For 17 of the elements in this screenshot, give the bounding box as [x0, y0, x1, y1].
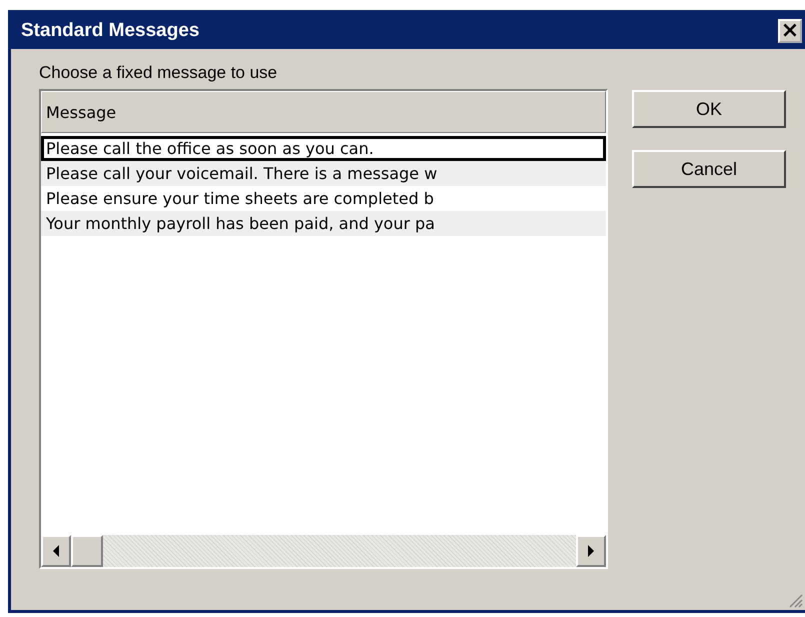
message-row[interactable]: Please ensure your time sheets are completed b: [41, 186, 606, 211]
message-row[interactable]: Please call the office as soon as you can.: [41, 136, 606, 161]
scroll-right-button[interactable]: [576, 535, 606, 567]
left-arrow-icon: [52, 545, 60, 557]
message-row[interactable]: Your monthly payroll has been paid, and your pa: [41, 211, 606, 236]
prompt-label: Choose a fixed message to use: [39, 63, 278, 83]
close-button[interactable]: ×: [778, 19, 802, 43]
scroll-left-button[interactable]: [41, 535, 71, 567]
horizontal-scrollbar[interactable]: [41, 535, 606, 567]
column-header[interactable]: Message: [41, 91, 606, 133]
resize-grip-icon: [787, 592, 803, 608]
scroll-thumb[interactable]: [71, 535, 103, 567]
dialog-button[interactable]: OK: [632, 90, 786, 128]
right-arrow-icon: [587, 545, 595, 557]
dialog-button[interactable]: Cancel: [632, 150, 786, 188]
window-title: Standard Messages: [21, 20, 200, 42]
message-row[interactable]: Please call your voicemail. There is a message w: [41, 161, 606, 186]
